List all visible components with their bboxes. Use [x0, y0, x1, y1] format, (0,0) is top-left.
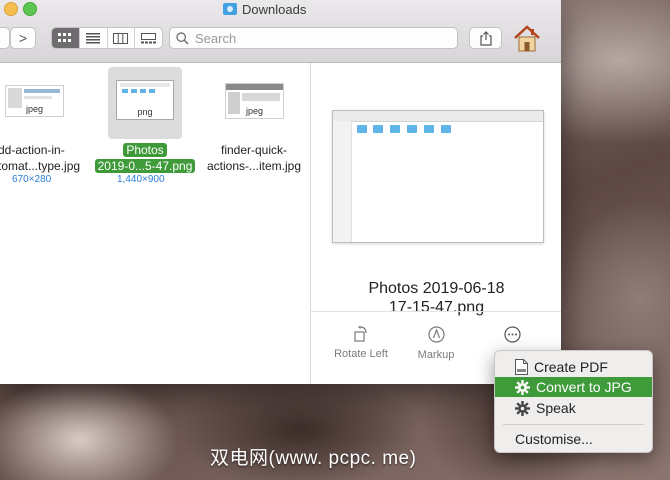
markup-label: Markup: [417, 349, 455, 361]
columns-icon: [113, 32, 129, 44]
file-name-line: tomat...type.jpg: [0, 159, 81, 173]
menu-separator: [503, 424, 644, 425]
minimize-button[interactable]: [4, 2, 18, 16]
menu-item-customise[interactable]: Customise...: [495, 429, 652, 449]
gallery-icon: [141, 32, 157, 43]
preview-title-line: Photos 2019-06-18: [368, 280, 505, 297]
forward-button[interactable]: >: [10, 27, 36, 49]
list-view-button[interactable]: [80, 28, 108, 48]
preview-image: [332, 110, 544, 243]
file-type-label: jpeg: [245, 106, 263, 116]
menu-item-create-pdf[interactable]: Create PDF: [495, 357, 652, 377]
rotate-left-label: Rotate Left: [334, 348, 388, 360]
grid-icon: [58, 33, 72, 42]
gear-icon: [515, 400, 530, 416]
view-mode-control: [51, 27, 163, 49]
file-thumbnail[interactable]: jpeg: [5, 85, 64, 117]
file-thumbnail[interactable]: png: [116, 80, 174, 120]
gear-icon: [515, 379, 530, 395]
search-input[interactable]: [195, 30, 435, 46]
share-button[interactable]: [469, 27, 502, 49]
file-name-line: 2019-0...5-47.png: [94, 159, 196, 173]
file-type-label: jpeg: [25, 104, 43, 114]
window-title: Downloads: [223, 1, 306, 17]
more-icon: [503, 326, 521, 343]
titlebar: Downloads >: [0, 0, 561, 63]
file-name[interactable]: dd-action-in- tomat...type.jpg: [0, 142, 80, 174]
file-dimensions: 670×280: [12, 174, 52, 185]
file-name-line: finder-quick-: [220, 143, 288, 157]
file-name-line: actions-...item.jpg: [206, 159, 302, 173]
file-grid: jpeg dd-action-in- tomat...type.jpg 670×…: [0, 63, 310, 384]
more-actions-menu: Create PDF Convert to JPG Speak Customis…: [494, 350, 653, 453]
markup-icon: [427, 326, 445, 343]
file-name[interactable]: finder-quick- actions-...item.jpg: [204, 142, 304, 174]
file-name-line: Photos: [123, 143, 167, 157]
watermark-text: 双电网(www. pcpc. me): [210, 448, 417, 469]
menu-item-speak[interactable]: Speak: [495, 398, 652, 418]
file-thumbnail[interactable]: jpeg: [225, 83, 284, 119]
search-field[interactable]: [169, 27, 458, 49]
menu-item-label: Speak: [536, 400, 576, 416]
gallery-view-button[interactable]: [135, 28, 162, 48]
rotate-left-icon: [354, 326, 367, 342]
pdf-icon: [515, 359, 528, 375]
file-type-label: png: [137, 107, 153, 117]
more-actions-button[interactable]: [501, 326, 523, 349]
icon-view-button[interactable]: [52, 28, 80, 48]
search-icon: [176, 31, 189, 45]
menu-item-convert-to-jpg[interactable]: Convert to JPG: [495, 377, 652, 397]
chevron-right-icon: >: [18, 30, 28, 46]
file-name-selected[interactable]: Photos 2019-0...5-47.png: [91, 142, 199, 174]
column-view-button[interactable]: [108, 28, 136, 48]
preview-pane: Photos 2019-06-18 17-15-47.png Rotate Le…: [310, 63, 561, 384]
file-name-line: dd-action-in-: [0, 143, 65, 157]
home-icon[interactable]: [512, 24, 542, 54]
markup-button[interactable]: Markup: [411, 326, 461, 361]
share-icon: [479, 30, 492, 46]
finder-window: Downloads > Search jpeg dd-action-in- to…: [0, 0, 561, 384]
rotate-left-button[interactable]: Rotate Left: [331, 326, 391, 360]
menu-item-label: Convert to JPG: [536, 379, 632, 395]
zoom-button[interactable]: [23, 2, 37, 16]
downloads-folder-icon: [223, 3, 237, 15]
menu-item-label: Create PDF: [534, 359, 608, 375]
back-button[interactable]: [0, 27, 10, 49]
list-icon: [86, 32, 101, 43]
file-dimensions: 1,440×900: [117, 174, 165, 185]
menu-item-label: Customise...: [515, 431, 593, 447]
window-title-text: Downloads: [242, 1, 307, 17]
